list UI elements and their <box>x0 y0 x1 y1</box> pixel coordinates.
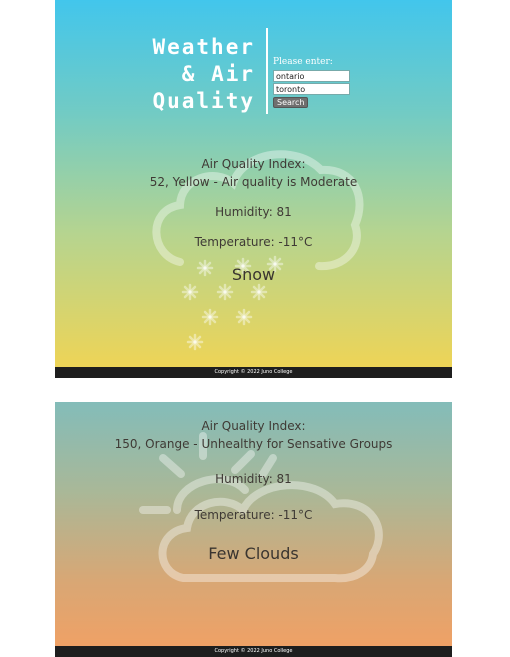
temperature-text: Temperature: -11°C <box>194 235 313 249</box>
weather-condition: Few Clouds <box>208 544 299 563</box>
weather-panel-snow: Weather & Air Quality Please enter: Sear… <box>55 0 452 378</box>
footer: Copyright © 2022 Juno College <box>55 367 452 378</box>
location-search-form: Please enter: Search <box>273 57 363 108</box>
copyright-text: Copyright © 2022 Juno College <box>214 369 293 375</box>
title-divider <box>266 28 268 114</box>
aqi-label: Air Quality Index: <box>201 419 306 433</box>
province-input[interactable] <box>273 70 350 82</box>
app-title: Weather & Air Quality <box>152 35 255 113</box>
copyright-text: Copyright © 2022 Juno College <box>214 648 293 654</box>
weather-condition: Snow <box>231 265 276 284</box>
humidity-text: Humidity: 81 <box>215 472 292 486</box>
temperature-text: Temperature: -11°C <box>194 508 313 522</box>
aqi-label: Air Quality Index: <box>201 157 306 171</box>
aqi-section: Air Quality Index: 150, Orange - Unhealt… <box>55 417 452 453</box>
aqi-value: 150, Orange - Unhealthy for Sensative Gr… <box>114 437 393 451</box>
footer: Copyright © 2022 Juno College <box>55 646 452 657</box>
search-prompt: Please enter: <box>273 57 333 67</box>
aqi-section: Air Quality Index: 52, Yellow - Air qual… <box>55 155 452 191</box>
city-input[interactable] <box>273 83 350 95</box>
aqi-value: 52, Yellow - Air quality is Moderate <box>149 175 358 189</box>
weather-panel-clouds: Air Quality Index: 150, Orange - Unhealt… <box>55 402 452 657</box>
search-button[interactable]: Search <box>273 97 309 108</box>
humidity-text: Humidity: 81 <box>215 205 292 219</box>
